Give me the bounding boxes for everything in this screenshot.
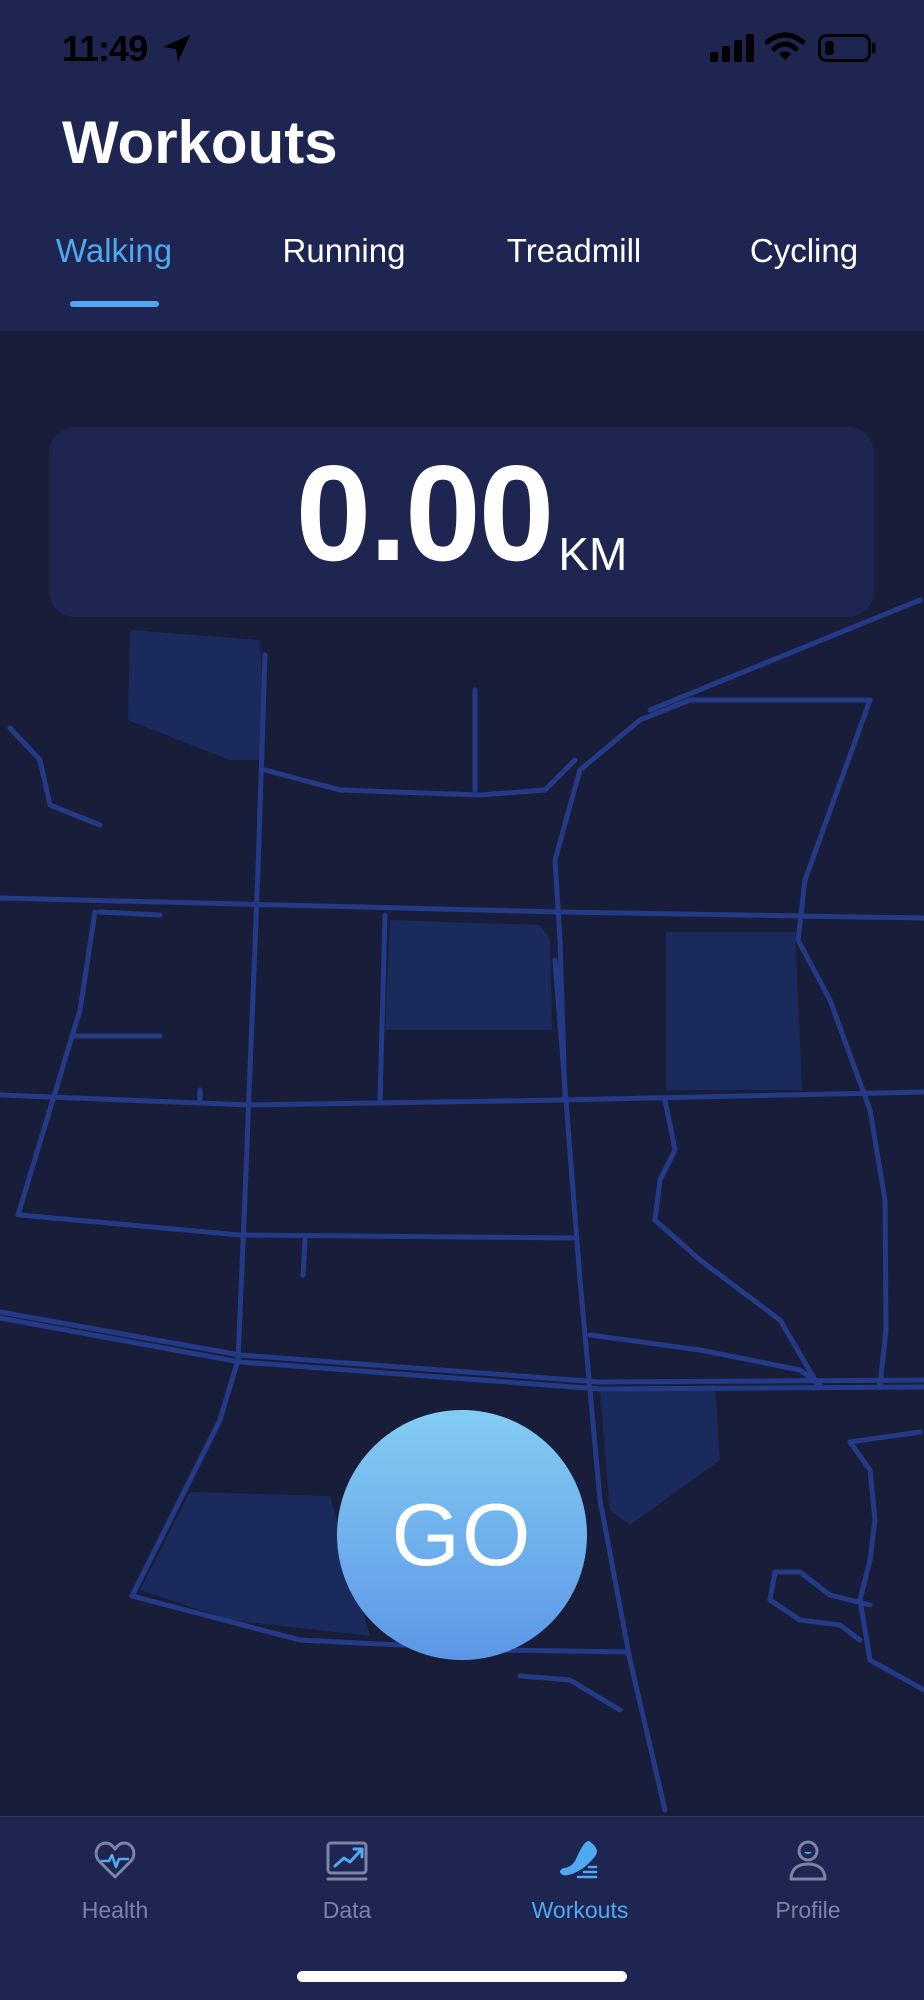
workouts-screen: 11:49 Workouts Walking Running Treadmill… [0, 0, 924, 2000]
map-block [666, 932, 802, 1090]
nav-label-health: Health [81, 1897, 149, 1923]
status-time: 11:49 [62, 28, 148, 69]
shoe-icon [560, 1841, 598, 1879]
header: 11:49 Workouts Walking Running Treadmill… [0, 0, 924, 331]
nav-item-health[interactable]: Health [15, 1817, 215, 1947]
nav-label-data: Data [322, 1897, 372, 1923]
tab-treadmill[interactable]: Treadmill [494, 232, 654, 292]
nav-label-profile: Profile [775, 1897, 841, 1923]
distance-value: 0.00 [295, 437, 555, 589]
home-indicator[interactable] [297, 1971, 627, 1982]
chart-icon [326, 1841, 368, 1881]
nav-item-data[interactable]: Data [247, 1817, 447, 1947]
tab-cycling[interactable]: Cycling [734, 232, 874, 292]
active-tab-indicator [70, 301, 159, 307]
page-title: Workouts [62, 109, 338, 176]
battery-icon [818, 34, 876, 62]
map-block [128, 630, 265, 760]
nav-item-workouts[interactable]: Workouts [480, 1817, 680, 1947]
map-block [385, 920, 552, 1030]
tab-walking[interactable]: Walking [44, 232, 184, 292]
tab-running[interactable]: Running [274, 232, 414, 292]
cellular-signal-icon [710, 34, 754, 62]
location-arrow-icon [163, 35, 190, 62]
workout-type-tabs: Walking Running Treadmill Cycling [0, 232, 924, 312]
person-icon [789, 1840, 827, 1881]
wifi-icon [765, 32, 805, 60]
go-button-label: GO [391, 1485, 533, 1584]
map-block [600, 1385, 720, 1525]
nav-item-profile[interactable]: Profile [708, 1817, 908, 1947]
go-button[interactable]: GO [337, 1410, 587, 1660]
distance-card: 0.00 KM [49, 427, 874, 617]
heart-pulse-icon [94, 1841, 136, 1879]
nav-label-workouts: Workouts [531, 1897, 629, 1923]
distance-unit: KM [558, 528, 628, 580]
